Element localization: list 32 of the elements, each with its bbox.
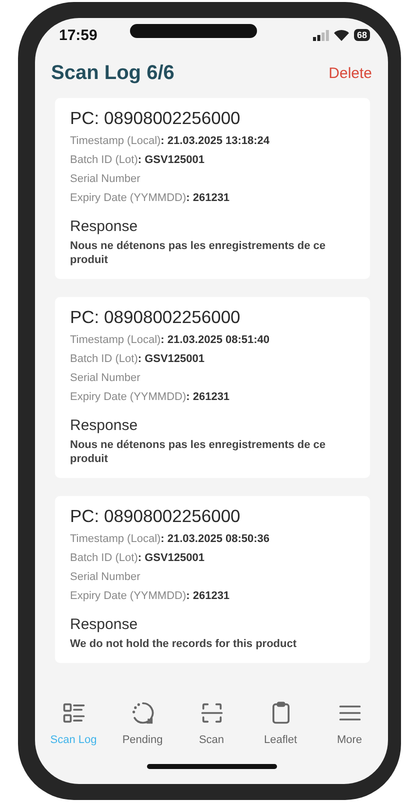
wifi-icon	[334, 30, 349, 40]
response-heading: Response	[70, 218, 139, 235]
tab-item[interactable]: More	[320, 700, 380, 746]
status-time: 17:59	[59, 26, 98, 44]
signal-icon	[312, 30, 329, 40]
scan-field: Batch ID (Lot): GSV125001	[70, 549, 354, 568]
scan-field: Timestamp (Local): 21.03.2025 08:50:36	[70, 530, 354, 549]
response-heading: Response	[70, 616, 139, 633]
scan-field: Expiry Date (YYMMDD): 261231	[70, 388, 354, 407]
scan-field: Serial Number	[70, 170, 354, 189]
scan-field: Timestamp (Local): 21.03.2025 08:51:40	[70, 331, 354, 350]
scan-field: Expiry Date (YYMMDD): 261231	[70, 189, 354, 208]
scan-field: Serial Number	[70, 568, 354, 587]
scan-field: Batch ID (Lot): GSV125001	[70, 151, 354, 170]
delete-button[interactable]: Delete	[328, 64, 372, 82]
refresh-icon	[130, 700, 156, 726]
product-code: PC: 08908002256000	[70, 108, 242, 129]
tab-item[interactable]: Leaflet	[250, 700, 310, 746]
scan-field: Timestamp (Local): 21.03.2025 13:18:24	[70, 132, 354, 151]
scan-field: Expiry Date (YYMMDD): 261231	[70, 587, 354, 606]
response-text: Nous ne détenons pas les enregistrements de ce produit	[70, 438, 327, 466]
tab-item[interactable]: Scan	[182, 700, 242, 746]
screen-title: Scan Log 6/6	[51, 62, 174, 84]
product-code: PC: 08908002256000	[70, 506, 242, 527]
tab-item[interactable]: Pending	[112, 700, 172, 746]
product-code: PC: 08908002256000	[70, 307, 242, 328]
scan-field: Serial Number	[70, 369, 354, 388]
response-heading: Response	[70, 417, 139, 434]
response-text: Nous ne détenons pas les enregistrements de ce produit	[70, 239, 327, 267]
scan-field: Batch ID (Lot): GSV125001	[70, 350, 354, 369]
battery-indicator: 68	[354, 29, 370, 41]
response-text: We do not hold the records for this product	[70, 637, 298, 651]
